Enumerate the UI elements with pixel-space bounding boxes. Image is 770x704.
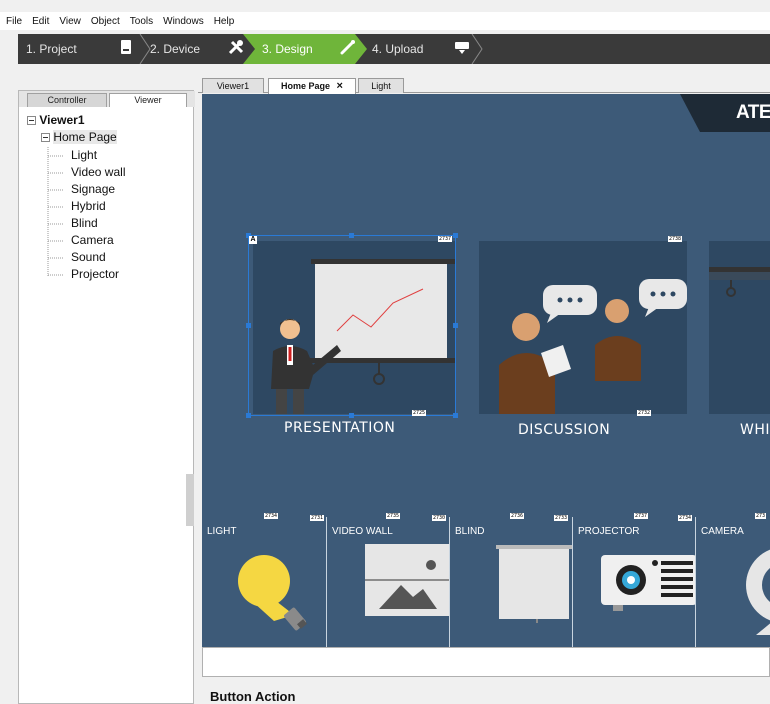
object-id-tag: 2733	[554, 515, 569, 521]
blind-button-label: BLIND	[455, 526, 485, 537]
upload-icon	[454, 39, 470, 59]
menu-edit[interactable]: Edit	[32, 16, 49, 27]
device-button-row: LIGHT 2734 2731 VIDEO WALL 2735 2730 BLI…	[202, 513, 770, 647]
scene-discussion-label[interactable]: DISCUSSION	[518, 422, 610, 438]
tools-icon	[228, 39, 244, 59]
tab-controller[interactable]: Controller	[27, 93, 107, 107]
close-tab-icon[interactable]: ×	[337, 80, 343, 92]
collapse-icon[interactable]	[27, 116, 36, 126]
video-wall-button[interactable]: VIDEO WALL	[326, 517, 451, 647]
object-id-tag: 2731	[310, 515, 325, 521]
resize-handle[interactable]	[349, 413, 354, 418]
tree-root-label: Viewer1	[39, 113, 85, 127]
left-panel: Controller Viewer Viewer1 Home Page Ligh…	[18, 90, 195, 704]
left-panel-tabs: Controller Viewer	[19, 91, 195, 107]
object-id-tag: 2735	[386, 513, 401, 519]
light-button[interactable]: LIGHT	[202, 517, 326, 647]
tab-home-page-label: Home Page	[281, 81, 331, 91]
tree-root[interactable]: Viewer1	[27, 113, 85, 127]
object-id-tag: 2725	[412, 410, 427, 416]
resize-handle[interactable]	[453, 323, 458, 328]
aten-logo: ATEN	[736, 102, 770, 123]
object-id-tag: 2737	[634, 513, 649, 519]
panel-splitter-handle[interactable]	[186, 474, 194, 526]
step-upload[interactable]: 4. Upload	[364, 34, 474, 64]
step-design-label: 3. Design	[262, 42, 313, 56]
menu-view[interactable]: View	[59, 16, 81, 27]
step-upload-label: 4. Upload	[372, 42, 424, 56]
step-project[interactable]: 1. Project	[18, 34, 132, 64]
step-separator	[470, 34, 484, 64]
tree-item-light[interactable]: Light	[71, 148, 97, 162]
scene-whiteboard-image[interactable]	[709, 241, 770, 414]
whiteboard-illustration	[709, 267, 770, 297]
object-id-tag: 2730	[432, 515, 447, 521]
camera-button-label: CAMERA	[701, 526, 744, 537]
camera-button[interactable]: CAMERA	[695, 517, 770, 647]
tree-page[interactable]: Home Page	[41, 130, 117, 144]
anchor-marker: A	[249, 236, 257, 244]
object-id-tag: 2738	[668, 236, 683, 242]
projector-button[interactable]: PROJECTOR	[572, 517, 697, 647]
tree-item-camera[interactable]: Camera	[71, 233, 114, 247]
projector-button-label: PROJECTOR	[578, 526, 640, 537]
design-canvas[interactable]: ATEN	[202, 94, 770, 647]
tree-item-video-wall[interactable]: Video wall	[71, 165, 125, 179]
tree-page-label: Home Page	[53, 130, 117, 144]
step-device-label: 2. Device	[150, 42, 201, 56]
menu-file[interactable]: File	[6, 16, 22, 27]
tree-item-blind[interactable]: Blind	[71, 216, 98, 230]
scene-whiteboard-label[interactable]: WHI	[740, 422, 770, 438]
resize-handle[interactable]	[246, 323, 251, 328]
resize-handle[interactable]	[349, 233, 354, 238]
wizard-steps: 1. Project 2. Device 3. Design 4. Upload	[18, 34, 770, 64]
menu-tools[interactable]: Tools	[130, 16, 153, 27]
resize-handle[interactable]	[453, 413, 458, 418]
object-id-tag: 273	[755, 513, 767, 519]
object-id-tag: 2736	[510, 513, 525, 519]
menu-object[interactable]: Object	[91, 16, 120, 27]
scene-discussion-image[interactable]	[479, 241, 687, 414]
object-id-tag: 2737	[438, 236, 453, 242]
canvas-scroll-area[interactable]	[202, 647, 770, 677]
selection-box[interactable]	[248, 235, 456, 416]
scene-presentation-label[interactable]: PRESENTATION	[284, 420, 395, 436]
designer-window: File Edit View Object Tools Windows Help…	[0, 0, 770, 704]
step-device[interactable]: 2. Device	[142, 34, 244, 64]
tree-item-signage[interactable]: Signage	[71, 182, 115, 196]
collapse-icon[interactable]	[41, 133, 50, 143]
tab-home-page[interactable]: Home Page ×	[268, 78, 356, 94]
menu-windows[interactable]: Windows	[163, 16, 204, 27]
tab-viewer1[interactable]: Viewer1	[202, 78, 264, 93]
tree-item-hybrid[interactable]: Hybrid	[71, 199, 106, 213]
resize-handle[interactable]	[453, 233, 458, 238]
step-project-label: 1. Project	[26, 42, 77, 56]
video-wall-button-label: VIDEO WALL	[332, 526, 393, 537]
button-action-title: Button Action	[210, 689, 296, 704]
blind-button[interactable]: BLIND	[449, 517, 573, 647]
step-design[interactable]: 3. Design	[254, 34, 364, 64]
brush-icon	[340, 39, 356, 59]
discussion-illustration	[499, 279, 687, 414]
tab-viewer[interactable]: Viewer	[109, 93, 187, 107]
menu-bar: File Edit View Object Tools Windows Help	[0, 12, 770, 30]
tree-item-sound[interactable]: Sound	[71, 250, 106, 264]
tab-light[interactable]: Light	[358, 78, 404, 93]
menu-help[interactable]: Help	[214, 16, 235, 27]
document-icon	[120, 40, 132, 58]
editor-tabs: Viewer1 Home Page × Light	[198, 75, 770, 94]
object-id-tag: 2734	[678, 515, 693, 521]
object-id-tag: 2734	[264, 513, 279, 519]
resize-handle[interactable]	[246, 413, 251, 418]
light-button-label: LIGHT	[207, 526, 237, 537]
tree-item-projector[interactable]: Projector	[71, 267, 119, 281]
object-id-tag: 2732	[637, 410, 652, 416]
